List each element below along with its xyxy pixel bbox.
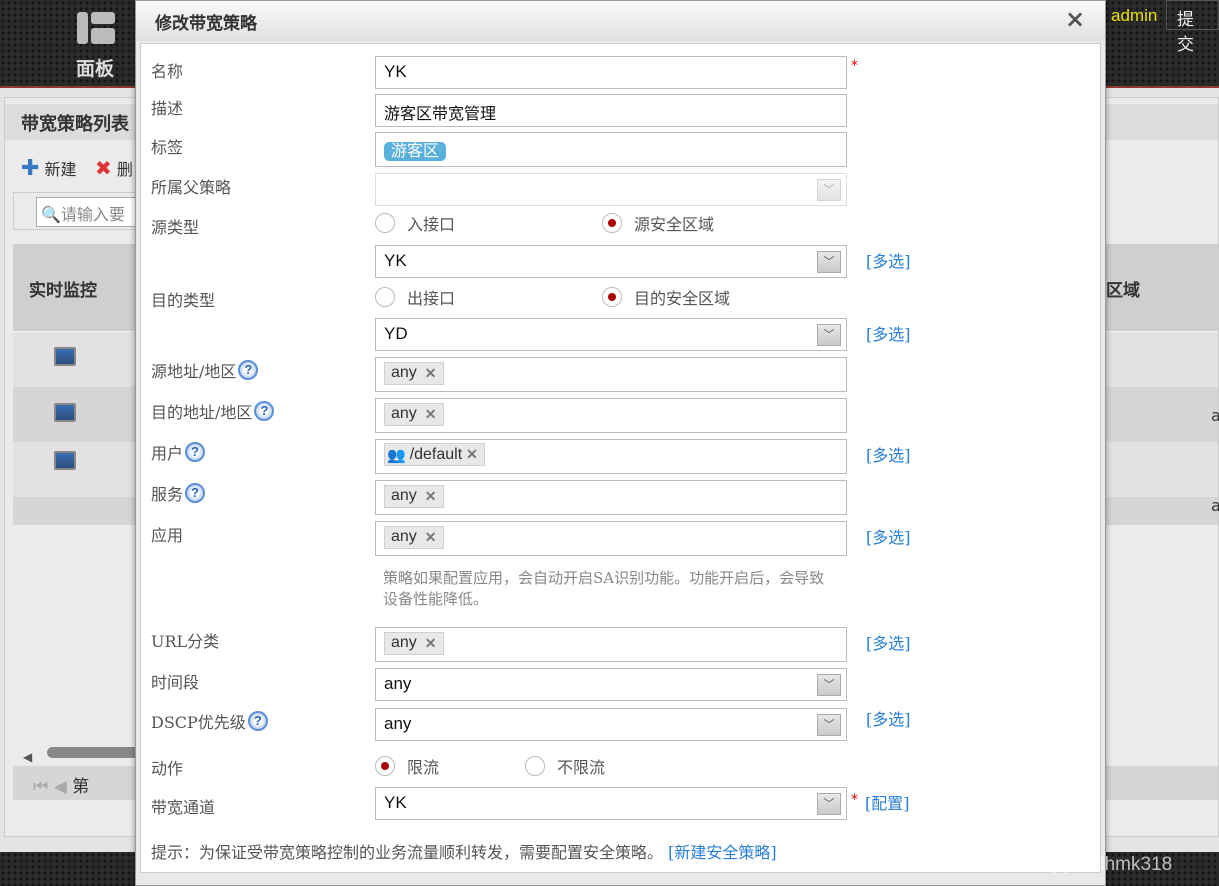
dialog-title: 修改带宽策略	[136, 1, 1105, 41]
remove-icon[interactable]: ✕	[425, 635, 437, 652]
label-user: 用户?	[151, 440, 206, 464]
help-icon[interactable]: ?	[254, 401, 275, 421]
tag-chip[interactable]: 游客区	[384, 142, 447, 161]
column-monitor: 实时监控	[29, 281, 97, 301]
label-url: URL分类	[151, 632, 220, 651]
user-group-icon: 👥	[387, 446, 406, 464]
src-zone-multiselect-link[interactable]: [多选]	[866, 248, 911, 272]
user-name: admin	[1111, 6, 1158, 25]
chevron-down-icon: ﹀	[817, 251, 841, 273]
radio-dst-interface[interactable]: 出接口	[375, 285, 455, 309]
radio-limit[interactable]: 限流	[375, 754, 439, 778]
plus-icon: ✚	[21, 156, 40, 181]
label-app: 应用	[151, 526, 184, 545]
delete-button[interactable]: ✖ 删	[95, 156, 133, 180]
edit-bandwidth-policy-dialog: 修改带宽策略 × 名称 YK * 描述 游客区带宽管理 标签 游客区 所属父策略…	[135, 0, 1106, 886]
chevron-down-icon: ﹀	[817, 179, 841, 201]
radio-src-zone[interactable]: 源安全区域	[602, 211, 714, 235]
url-category-input[interactable]: any ✕	[375, 627, 847, 662]
label-parent: 所属父策略	[151, 178, 232, 197]
dst-zone-multiselect-link[interactable]: [多选]	[866, 321, 911, 345]
user-input[interactable]: 👥/default ✕	[375, 439, 847, 474]
time-select[interactable]: any ﹀	[375, 668, 847, 701]
label-name: 名称	[151, 62, 184, 81]
radio-src-interface[interactable]: 入接口	[375, 211, 455, 235]
monitor-icon[interactable]	[54, 403, 76, 422]
app-note: 策略如果配置应用，会自动开启SA识别功能。功能开启后，会导致设备性能降低。	[383, 569, 825, 608]
label-dscp: DSCP优先级?	[151, 709, 268, 733]
new-button[interactable]: ✚ 新建	[21, 156, 77, 181]
dscp-multiselect-link[interactable]: [多选]	[866, 706, 911, 730]
radio-no-limit[interactable]: 不限流	[525, 754, 605, 778]
remove-icon[interactable]: ✕	[425, 406, 437, 423]
label-action: 动作	[151, 759, 184, 778]
label-dst-type: 目的类型	[151, 291, 216, 310]
src-addr-input[interactable]: any ✕	[375, 357, 847, 392]
channel-config-link[interactable]: [配置]	[865, 790, 910, 814]
search-icon: 🔍	[41, 205, 61, 224]
dashboard-icon[interactable]	[77, 12, 115, 44]
column-zone: 区域	[1106, 281, 1140, 301]
cell-text: a	[1211, 406, 1219, 425]
remove-icon[interactable]: ✕	[425, 488, 437, 505]
channel-select[interactable]: YK ﹀	[375, 787, 847, 820]
help-icon[interactable]: ?	[185, 483, 206, 503]
required-mark: *	[851, 58, 858, 74]
label-tag: 标签	[151, 138, 184, 157]
dst-zone-select[interactable]: YD ﹀	[375, 318, 847, 351]
chevron-down-icon: ﹀	[817, 674, 841, 696]
app-input[interactable]: any ✕	[375, 521, 847, 556]
chip-any: any ✕	[384, 361, 444, 385]
label-dst-addr: 目的地址/地区?	[151, 399, 275, 423]
remove-icon[interactable]: ✕	[466, 446, 478, 463]
user-multiselect-link[interactable]: [多选]	[866, 442, 911, 466]
remove-icon[interactable]: ✕	[425, 365, 437, 382]
close-button[interactable]: ×	[1065, 5, 1085, 33]
label-service: 服务?	[151, 481, 206, 505]
chevron-down-icon: ﹀	[817, 793, 841, 815]
radio-dst-zone[interactable]: 目的安全区域	[602, 285, 730, 309]
label-src-addr: 源地址/地区?	[151, 358, 259, 382]
watermark: CSDN @pdxdhmk318	[985, 854, 1173, 875]
label-desc: 描述	[151, 99, 184, 118]
dialog-body: 名称 YK * 描述 游客区带宽管理 标签 游客区 所属父策略 ﹀ 源类型 入接…	[140, 43, 1101, 873]
service-input[interactable]: any ✕	[375, 480, 847, 515]
label-channel: 带宽通道	[151, 798, 216, 817]
tag-input[interactable]: 游客区	[375, 132, 847, 167]
panel-title: 带宽策略列表	[21, 114, 129, 135]
src-zone-select[interactable]: YK ﹀	[375, 245, 847, 278]
submit-button[interactable]: 提交	[1166, 0, 1219, 55]
chevron-down-icon: ﹀	[817, 324, 841, 346]
monitor-icon[interactable]	[54, 347, 76, 366]
name-input[interactable]: YK	[375, 56, 847, 89]
horizontal-scrollbar[interactable]: ◀	[23, 746, 147, 764]
help-icon[interactable]: ?	[247, 711, 268, 731]
hint: 提示：为保证受带宽策略控制的业务流量顺利转发，需要配置安全策略。 [新建安全策略…	[151, 843, 777, 862]
delete-icon: ✖	[95, 156, 112, 180]
help-icon[interactable]: ?	[185, 442, 206, 462]
monitor-icon[interactable]	[54, 451, 76, 470]
label-time: 时间段	[151, 673, 200, 692]
parent-policy-select[interactable]: ﹀	[375, 173, 847, 206]
remove-icon[interactable]: ✕	[425, 529, 437, 546]
chevron-down-icon: ﹀	[817, 714, 841, 736]
dst-addr-input[interactable]: any ✕	[375, 398, 847, 433]
required-mark: *	[851, 792, 858, 808]
url-multiselect-link[interactable]: [多选]	[866, 630, 911, 654]
help-icon[interactable]: ?	[238, 360, 259, 380]
search-input[interactable]: 🔍请输入要	[36, 197, 146, 227]
description-input[interactable]: 游客区带宽管理	[375, 94, 847, 127]
nav-dashboard[interactable]: 面板	[76, 54, 114, 81]
dscp-select[interactable]: any ﹀	[375, 708, 847, 741]
app-multiselect-link[interactable]: [多选]	[866, 524, 911, 548]
label-src-type: 源类型	[151, 218, 200, 237]
cell-text: a	[1211, 496, 1219, 515]
new-security-policy-link[interactable]: [新建安全策略]	[668, 843, 777, 862]
